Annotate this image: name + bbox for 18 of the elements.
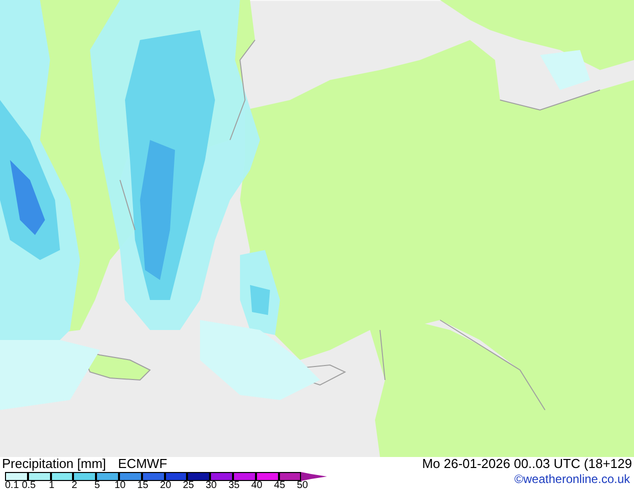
- legend-label: 10: [114, 481, 126, 490]
- legend-label: 0.5: [22, 481, 36, 490]
- legend-label: 40: [251, 481, 262, 490]
- map-title: Precipitation [mm]: [2, 457, 106, 470]
- legend-label: 45: [274, 481, 286, 490]
- valid-time: Mo 26-01-2026 00..03 UTC (18+129: [422, 457, 632, 470]
- legend-label: 5: [94, 481, 100, 490]
- model-name: ECMWF: [118, 457, 168, 470]
- legend-label: 20: [160, 481, 172, 490]
- legend-label: 0.1: [5, 481, 19, 490]
- credit-link[interactable]: ©weatheronline.co.uk: [514, 473, 630, 485]
- legend-label: 1: [48, 481, 54, 490]
- legend-label: 2: [72, 481, 78, 490]
- legend-label: 35: [228, 481, 240, 490]
- legend-label: 15: [137, 481, 148, 490]
- legend-label: 25: [182, 481, 194, 490]
- legend-label: 50: [296, 481, 308, 490]
- legend-label: 30: [206, 481, 217, 490]
